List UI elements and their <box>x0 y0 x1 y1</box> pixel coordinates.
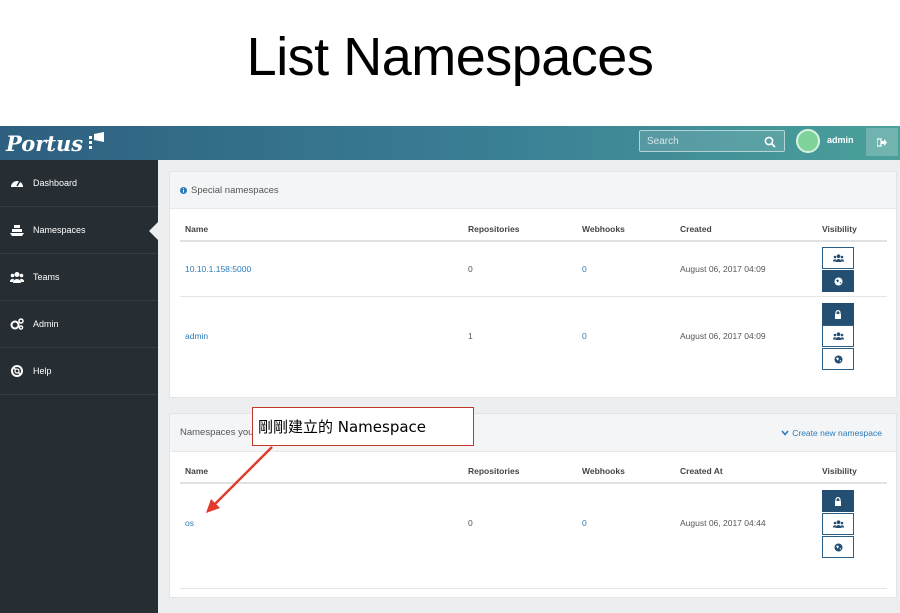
column-header-name[interactable]: Name <box>185 466 208 476</box>
repositories-count: 0 <box>468 518 473 528</box>
lighthouse-icon <box>87 132 105 154</box>
portus-logo[interactable]: Portus <box>6 128 105 158</box>
create-namespace-link[interactable]: Create new namespace <box>781 428 882 438</box>
portus-app: Portus admin Dashboard Nam <box>0 126 900 613</box>
sidebar: Dashboard Namespaces Teams Admin Help <box>0 160 158 613</box>
visibility-public-button[interactable] <box>822 270 854 292</box>
sidebar-item-label: Help <box>33 366 52 376</box>
sidebar-item-dashboard[interactable]: Dashboard <box>0 160 158 207</box>
row-divider <box>180 296 887 297</box>
globe-icon <box>834 543 842 551</box>
namespace-link[interactable]: 10.10.1.158:5000 <box>185 264 251 274</box>
namespace-icon <box>10 224 24 236</box>
search-icon[interactable] <box>764 135 776 148</box>
visibility-team-button[interactable] <box>822 513 854 535</box>
repositories-count: 1 <box>468 331 473 341</box>
users-icon <box>10 271 24 283</box>
logo-text: Portus <box>6 130 84 156</box>
repositories-count: 0 <box>468 264 473 274</box>
column-header-name[interactable]: Name <box>185 224 208 234</box>
sidebar-item-label: Teams <box>33 272 60 282</box>
user-name[interactable]: admin <box>827 135 854 145</box>
sidebar-item-admin[interactable]: Admin <box>0 301 158 348</box>
sidebar-item-teams[interactable]: Teams <box>0 254 158 301</box>
sidebar-item-label: Dashboard <box>33 178 78 188</box>
sidebar-item-help[interactable]: Help <box>0 348 158 395</box>
create-namespace-label: Create new namespace <box>792 428 882 438</box>
visibility-private-button[interactable] <box>822 490 854 512</box>
users-icon <box>832 332 844 340</box>
users-icon <box>832 520 844 528</box>
row-divider <box>180 588 887 589</box>
search-input[interactable] <box>640 131 758 152</box>
header-divider <box>180 482 887 484</box>
search-box <box>639 130 785 152</box>
webhooks-link[interactable]: 0 <box>582 518 587 528</box>
namespace-link[interactable]: os <box>185 518 194 528</box>
visibility-team-button[interactable] <box>822 325 854 347</box>
panel-header: Special namespaces <box>170 172 896 209</box>
sidebar-item-label: Admin <box>33 319 59 329</box>
column-header-created[interactable]: Created <box>680 224 712 234</box>
column-header-visibility: Visibility <box>822 466 857 476</box>
sign-out-icon <box>877 137 887 147</box>
slide-title: List Namespaces <box>246 27 654 87</box>
panel-title: Namespaces you <box>180 427 254 438</box>
created-date: August 06, 2017 04:44 <box>680 518 766 528</box>
column-header-repositories[interactable]: Repositories <box>468 224 520 234</box>
special-namespaces-panel: Special namespaces Name Repositories Web… <box>169 171 897 398</box>
header-divider <box>180 240 887 242</box>
visibility-team-button[interactable] <box>822 247 854 269</box>
annotation-callout: 剛剛建立的 Namespace <box>252 407 474 446</box>
lifebuoy-icon <box>10 365 24 377</box>
lock-icon <box>835 309 841 319</box>
gears-icon <box>10 318 24 330</box>
webhooks-link[interactable]: 0 <box>582 331 587 341</box>
visibility-private-button[interactable] <box>822 303 854 325</box>
column-header-visibility: Visibility <box>822 224 857 234</box>
chevron-down-icon <box>781 430 789 436</box>
globe-icon <box>834 355 842 363</box>
logout-button[interactable] <box>866 128 898 156</box>
globe-icon <box>834 277 842 285</box>
top-bar: Portus admin <box>0 126 900 160</box>
lock-icon <box>835 496 841 506</box>
webhooks-link[interactable]: 0 <box>582 264 587 274</box>
sidebar-item-label: Namespaces <box>33 225 86 235</box>
users-icon <box>832 254 844 262</box>
visibility-public-button[interactable] <box>822 348 854 370</box>
column-header-webhooks[interactable]: Webhooks <box>582 466 625 476</box>
column-header-repositories[interactable]: Repositories <box>468 466 520 476</box>
info-icon <box>180 186 187 194</box>
created-date: August 06, 2017 04:09 <box>680 264 766 274</box>
avatar[interactable] <box>796 129 820 153</box>
namespace-link[interactable]: admin <box>185 331 208 341</box>
panel-title: Special namespaces <box>191 184 279 196</box>
visibility-public-button[interactable] <box>822 536 854 558</box>
column-header-webhooks[interactable]: Webhooks <box>582 224 625 234</box>
created-date: August 06, 2017 04:09 <box>680 331 766 341</box>
dashboard-icon <box>10 177 24 189</box>
sidebar-item-namespaces[interactable]: Namespaces <box>0 207 158 254</box>
column-header-created-at[interactable]: Created At <box>680 466 723 476</box>
